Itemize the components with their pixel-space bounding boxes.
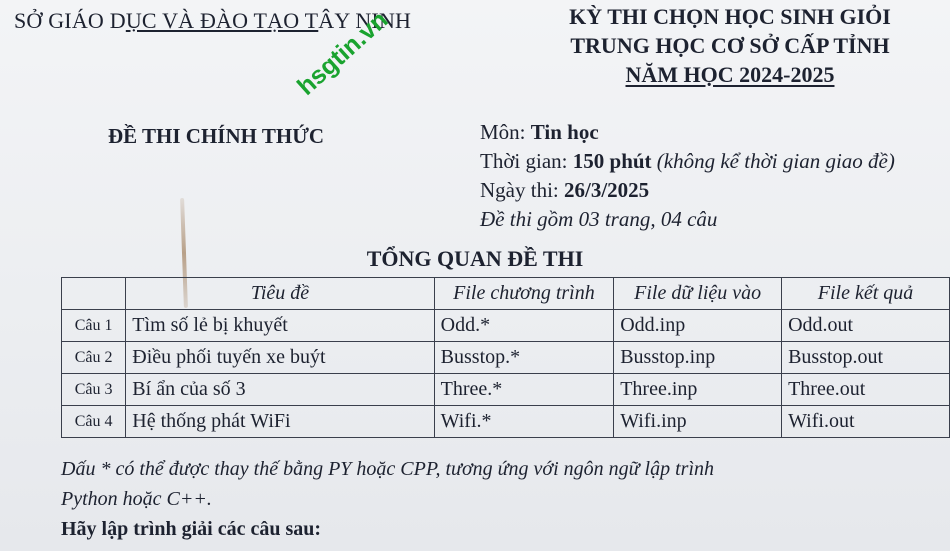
overview-title: TỔNG QUAN ĐỀ THI xyxy=(366,246,584,271)
row-program-file: Busstop.* xyxy=(433,341,615,374)
extension-note: Dấu * có thể được thay thế bằng PY hoặc … xyxy=(61,454,941,514)
row-program-file: Odd.* xyxy=(433,309,615,342)
time-value: 150 phút xyxy=(572,149,652,173)
row-input-file: Three.inp xyxy=(613,373,783,406)
row-program-file: Three.* xyxy=(433,373,615,406)
row-number: Câu 1 xyxy=(60,309,127,342)
header-blank-cell xyxy=(60,277,126,310)
department-underlined: ỤC VÀ ĐÀO TẠO T xyxy=(125,8,319,33)
row-output-file: Busstop.out xyxy=(781,341,950,374)
row-program-file: Wifi.* xyxy=(433,405,615,438)
time-note: (không kể thời gian giao đề) xyxy=(651,149,895,173)
department-prefix: SỞ GIÁO D xyxy=(14,8,126,33)
pages-note: Đề thi gồm 03 trang, 04 câu xyxy=(480,207,718,231)
official-exam-label: ĐỀ THI CHÍNH THỨC xyxy=(108,124,325,148)
school-year: NĂM HỌC 2024-2025 xyxy=(625,62,835,87)
time-line: Thời gian: 150 phút (không kể thời gian … xyxy=(480,147,895,176)
exam-title-line1: KỲ THI CHỌN HỌC SINH GIỎI xyxy=(569,4,891,29)
row-number: Câu 2 xyxy=(60,341,127,374)
table-row: Câu 2 Điều phối tuyến xe buýt Busstop.* … xyxy=(60,341,950,374)
subject-value: Tin học xyxy=(530,120,599,144)
table-row: Câu 4 Hệ thống phát WiFi Wifi.* Wifi.inp… xyxy=(60,405,950,438)
date-line: Ngày thi: 26/3/2025 xyxy=(480,176,895,205)
subject-line: Môn: Tin học xyxy=(480,118,895,147)
header-input-file: File dữ liệu vào xyxy=(613,277,783,310)
header-output-file: File kết quả xyxy=(781,277,950,310)
exam-meta: Môn: Tin học Thời gian: 150 phút (không … xyxy=(480,118,895,234)
table-row: Câu 3 Bí ẩn của số 3 Three.* Three.inp T… xyxy=(60,373,950,406)
date-label: Ngày thi: xyxy=(480,178,564,202)
row-number: Câu 3 xyxy=(60,373,127,406)
exam-heading: KỲ THI CHỌN HỌC SINH GIỎI TRUNG HỌC CƠ S… xyxy=(520,2,940,89)
overview-table: Tiêu đề File chương trình File dữ liệu v… xyxy=(60,277,950,438)
row-title: Bí ẩn của số 3 xyxy=(125,373,435,406)
date-value: 26/3/2025 xyxy=(564,178,650,202)
overview-header-row: Tiêu đề File chương trình File dữ liệu v… xyxy=(60,277,950,310)
row-title: Tìm số lẻ bị khuyết xyxy=(125,309,435,342)
header-program-file: File chương trình xyxy=(433,277,615,310)
note-line-1: Dấu * có thể được thay thế bằng PY hoặc … xyxy=(61,458,715,480)
subject-label: Môn: xyxy=(480,120,531,144)
time-label: Thời gian: xyxy=(480,149,573,173)
row-title: Điều phối tuyến xe buýt xyxy=(125,341,435,374)
row-input-file: Wifi.inp xyxy=(613,405,783,438)
row-output-file: Odd.out xyxy=(781,309,950,342)
row-input-file: Busstop.inp xyxy=(613,341,783,374)
row-output-file: Three.out xyxy=(781,373,950,406)
row-number: Câu 4 xyxy=(60,405,127,438)
row-output-file: Wifi.out xyxy=(781,405,950,438)
note-line-2: Python hoặc C++. xyxy=(61,488,212,510)
row-title: Hệ thống phát WiFi xyxy=(125,405,435,438)
exam-document: SỞ GIÁO DỤC VÀ ĐÀO TẠO TÂY NINH KỲ THI C… xyxy=(0,0,950,551)
exam-title-line2: TRUNG HỌC CƠ SỞ CẤP TỈNH xyxy=(570,33,890,58)
task-heading: Hãy lập trình giải các câu sau: xyxy=(61,518,322,540)
table-row: Câu 1 Tìm số lẻ bị khuyết Odd.* Odd.inp … xyxy=(60,309,950,342)
header-title: Tiêu đề xyxy=(125,277,435,310)
row-input-file: Odd.inp xyxy=(613,309,783,342)
